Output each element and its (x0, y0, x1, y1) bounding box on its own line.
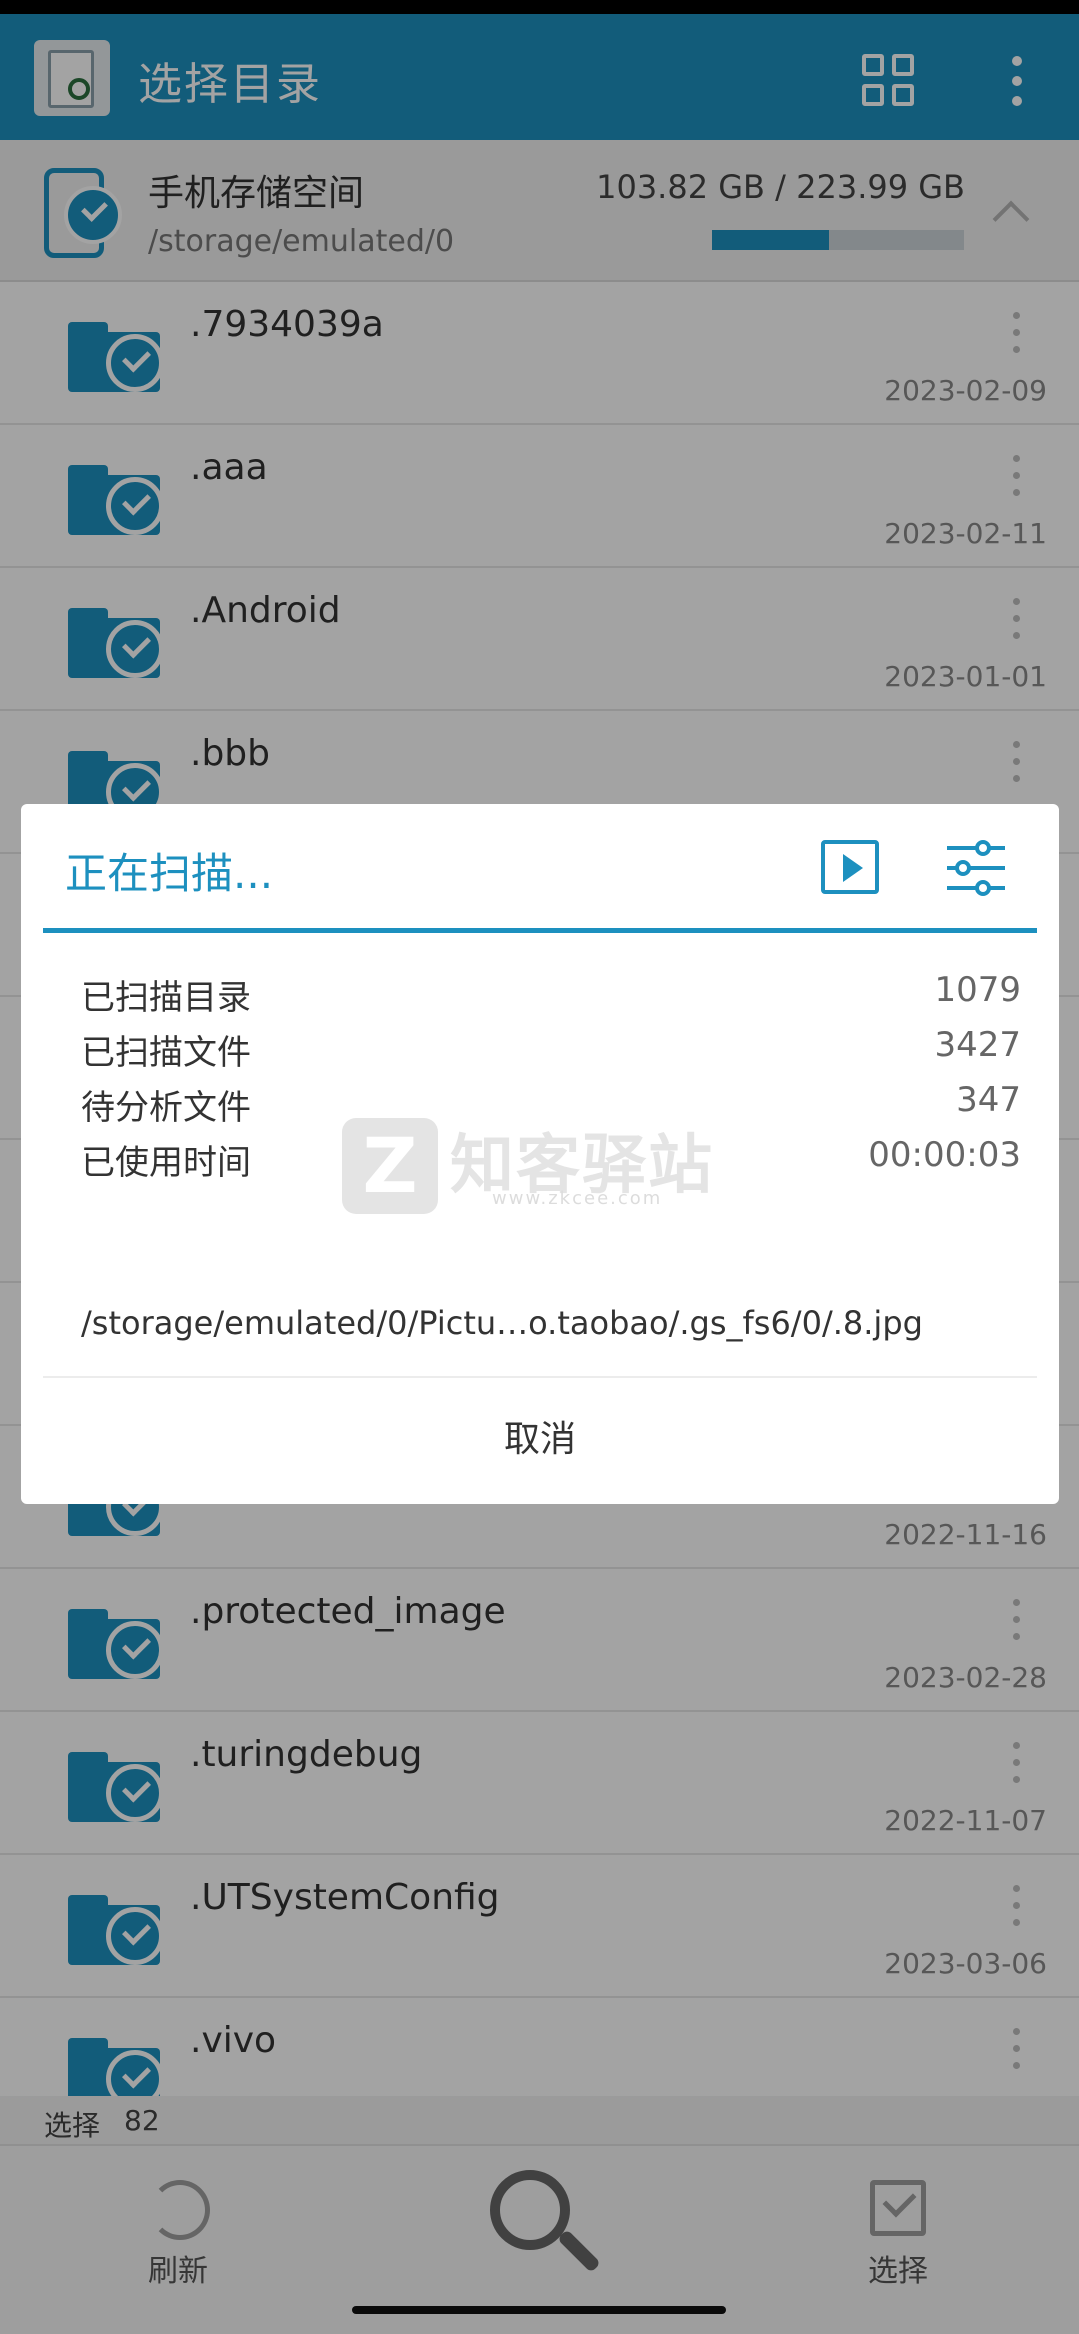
dialog-divider (43, 928, 1037, 933)
scan-stat-value: 00:00:03 (868, 1135, 1021, 1175)
watermark-logo: Z (342, 1118, 438, 1214)
cancel-button[interactable]: 取消 (21, 1410, 1059, 1462)
scan-stat-label: 已使用时间 (81, 1143, 251, 1183)
scan-current-path: /storage/emulated/0/Pictu…o.taobao/.gs_f… (81, 1304, 923, 1342)
watermark-url: www.zkcee.com (492, 1188, 663, 1209)
watermark: Z 知客驿站 www.zkcee.com (342, 1118, 762, 1218)
scan-stat-value: 1079 (934, 970, 1021, 1010)
play-icon[interactable] (821, 840, 879, 894)
scan-stat-label: 待分析文件 (81, 1088, 251, 1128)
dialog-title: 正在扫描... (65, 849, 274, 898)
scan-stat-value: 3427 (934, 1025, 1021, 1065)
scan-stat-label: 已扫描文件 (81, 1033, 251, 1073)
scan-stat-value: 347 (956, 1080, 1021, 1120)
scan-stat-label: 已扫描目录 (81, 978, 251, 1018)
scan-stat-row: 已扫描文件 3427 (81, 1019, 1021, 1079)
dialog-separator (43, 1376, 1037, 1378)
scan-stat-row: 已扫描目录 1079 (81, 964, 1021, 1024)
tune-settings-icon[interactable] (947, 840, 1005, 896)
